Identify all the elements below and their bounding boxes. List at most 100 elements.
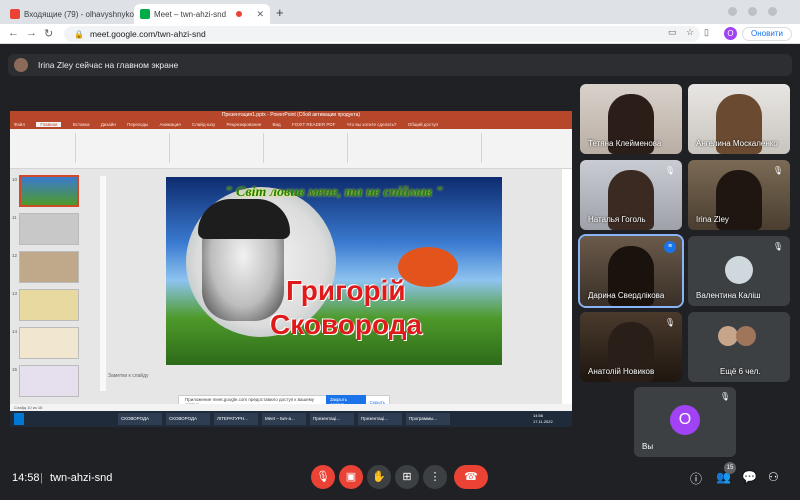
- star-icon[interactable]: ☆: [686, 27, 694, 38]
- menu-item[interactable]: Вид: [273, 122, 281, 127]
- slide-thumbnail[interactable]: [19, 213, 79, 245]
- update-button[interactable]: Оновити: [742, 27, 792, 41]
- mic-off-icon: 🎙: [316, 471, 330, 483]
- taskbar-item[interactable]: Meet – twn-a...: [262, 413, 306, 425]
- menu-item[interactable]: Файл: [14, 122, 25, 127]
- meeting-code: twn-ahzi-snd: [50, 472, 113, 484]
- leave-call-button[interactable]: ☎: [454, 465, 488, 489]
- menu-item[interactable]: Вставка: [73, 122, 90, 127]
- mic-off-icon: 🎙: [772, 166, 784, 175]
- menu-item[interactable]: FOXIT READER PDF: [292, 122, 335, 127]
- avatar: [736, 326, 756, 346]
- slide-thumbnail[interactable]: [19, 251, 79, 283]
- participant-tile[interactable]: 🎙 Наталья Гоголь: [580, 160, 682, 230]
- participants-count-badge: 15: [724, 462, 736, 474]
- slide-thumbnail[interactable]: [19, 289, 79, 321]
- participant-tile[interactable]: 🎙 Анатолій Новиков: [580, 312, 682, 382]
- avatar: [725, 256, 753, 284]
- tab-gmail[interactable]: Входящие (79) - olhavyshnyko ✕: [4, 4, 134, 24]
- recording-indicator-icon: [236, 11, 243, 17]
- activities-icon[interactable]: ⚇: [768, 470, 779, 484]
- vertical-ruler: [100, 176, 106, 391]
- profile-avatar[interactable]: O: [724, 27, 737, 40]
- slide-number: 11: [12, 215, 17, 220]
- presenter-banner: Irina Zley сейчас на главном экране: [8, 54, 792, 76]
- menu-item[interactable]: Общий доступ: [408, 122, 438, 127]
- raise-hand-button[interactable]: ✋: [367, 465, 391, 489]
- slide-thumbnail[interactable]: [19, 175, 79, 207]
- browser-tab-strip: Входящие (79) - olhavyshnyko ✕ Meet – tw…: [0, 0, 800, 24]
- chat-icon[interactable]: 💬: [742, 470, 757, 484]
- tab-meet[interactable]: Meet – twn-ahzi-snd ✕: [134, 4, 270, 24]
- reload-icon[interactable]: ↻: [44, 27, 53, 40]
- slide-thumbnails: 10 11 12 13 14 15: [10, 169, 92, 404]
- slide-tree-image: [398, 247, 458, 287]
- forward-icon[interactable]: →: [26, 27, 37, 39]
- info-icon[interactable]: ⓘ: [690, 470, 702, 487]
- current-slide[interactable]: " Світ ловив мене, та не спіймав " Григо…: [166, 177, 502, 365]
- more-participants-tile[interactable]: Ещё 6 чел.: [688, 312, 790, 382]
- menu-item[interactable]: Рецензирование: [227, 122, 262, 127]
- avatar: [14, 58, 28, 72]
- speaking-indicator-icon: ≡: [664, 241, 676, 253]
- present-screen-button[interactable]: ⊞: [395, 465, 419, 489]
- slide-notes[interactable]: Заметки к слайду: [108, 373, 149, 379]
- participant-tile[interactable]: Ангелина Москаленко: [688, 84, 790, 154]
- more-options-button[interactable]: ⋮: [423, 465, 447, 489]
- extensions-icon[interactable]: ▯: [704, 27, 709, 38]
- participant-tile[interactable]: Тетяна Клейменова: [580, 84, 682, 154]
- taskbar-item[interactable]: ЛІТЕРАТУРН...: [214, 413, 258, 425]
- self-tile[interactable]: O 🎙 Вы: [634, 387, 736, 457]
- powerpoint-title-bar: Презентация1.pptx - PowerPoint (Сбой акт…: [10, 111, 572, 120]
- menu-item[interactable]: Анимация: [160, 122, 181, 127]
- shared-screen: Презентация1.pptx - PowerPoint (Сбой акт…: [10, 111, 572, 427]
- participant-tile-speaking[interactable]: ≡ Дарина Свердлікова: [578, 234, 684, 308]
- hand-icon: ✋: [372, 471, 386, 483]
- address-bar[interactable]: 🔒 meet.google.com/twn-ahzi-snd: [64, 26, 700, 42]
- participant-name: Анатолій Новиков: [588, 367, 655, 376]
- powerpoint-menu: Файл Главная Вставка Дизайн Переходы Ани…: [10, 120, 572, 129]
- taskbar-item[interactable]: Презентаці...: [358, 413, 402, 425]
- taskbar-item[interactable]: СКОВОРОДА: [166, 413, 210, 425]
- slide-number: 15: [12, 367, 18, 372]
- mic-off-icon: 🎙: [772, 242, 784, 251]
- participant-name: Валентина Каліш: [696, 291, 761, 300]
- slide-number: 10: [12, 177, 18, 182]
- menu-item-active[interactable]: Главная: [36, 122, 62, 127]
- taskbar-item[interactable]: Программы...: [406, 413, 450, 425]
- taskbar-date: 17.11.2022: [533, 419, 553, 424]
- participant-name: Ангелина Москаленко: [696, 139, 778, 148]
- menu-item[interactable]: Дизайн: [101, 122, 116, 127]
- minimize-icon[interactable]: [748, 7, 757, 16]
- menu-item[interactable]: Переходы: [127, 122, 148, 127]
- back-icon[interactable]: ←: [8, 27, 19, 39]
- more-vert-icon: ⋮: [429, 471, 441, 483]
- participant-name: Дарина Свердлікова: [588, 291, 665, 300]
- more-participants-label: Ещё 6 чел.: [720, 367, 761, 376]
- new-tab-button[interactable]: +: [276, 5, 284, 20]
- participant-name: Наталья Гоголь: [588, 215, 646, 224]
- slide-name-last: Сковорода: [270, 309, 423, 340]
- present-icon: ⊞: [402, 471, 412, 483]
- slide-thumbnail[interactable]: [19, 327, 79, 359]
- taskbar-item[interactable]: СКОВОРОДА: [118, 413, 162, 425]
- taskbar-clock: 14:56 17.11.2022: [530, 413, 568, 425]
- ribbon-group-font: [174, 133, 264, 163]
- mic-toggle-button[interactable]: 🎙: [311, 465, 335, 489]
- menu-item[interactable]: Слайд-шоу: [192, 122, 215, 127]
- maximize-icon[interactable]: [768, 7, 777, 16]
- menu-item[interactable]: Что вы хотите сделать?: [347, 122, 397, 127]
- windows-start-icon[interactable]: [14, 413, 24, 425]
- camera-off-icon: ▣: [345, 471, 357, 483]
- taskbar-item[interactable]: Презентаці...: [310, 413, 354, 425]
- slide-thumbnail[interactable]: [19, 365, 79, 397]
- camera-toggle-button[interactable]: ▣: [339, 465, 363, 489]
- close-icon[interactable]: ✕: [256, 9, 264, 20]
- participant-tile[interactable]: 🎙 Irina Zley: [688, 160, 790, 230]
- self-name: Вы: [642, 442, 654, 451]
- ribbon-group-slides: [80, 133, 170, 163]
- tab-meet-label: Meet – twn-ahzi-snd: [154, 9, 227, 19]
- participant-tile[interactable]: 🎙 Валентина Каліш: [688, 236, 790, 306]
- camera-icon[interactable]: ▭: [668, 27, 677, 38]
- chevron-down-icon[interactable]: [728, 7, 737, 16]
